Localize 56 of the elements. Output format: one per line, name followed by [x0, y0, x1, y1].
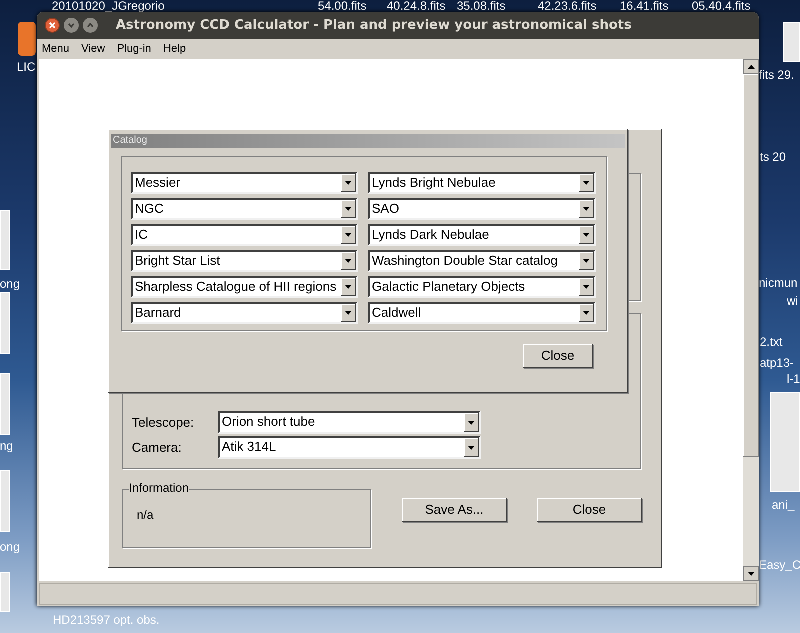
- catalog-dropdown[interactable]: Messier: [131, 172, 358, 194]
- desktop-icon-label[interactable]: 54.00.fits: [318, 0, 367, 13]
- catalog-dropdown[interactable]: Lynds Dark Nebulae: [368, 224, 596, 246]
- desktop-icon-label[interactable]: 16.41.fits: [620, 0, 669, 13]
- catalog-dropdown[interactable]: Lynds Bright Nebulae: [368, 172, 596, 194]
- information-text: n/a: [137, 507, 154, 524]
- catalog-dropdown[interactable]: Washington Double Star catalog: [368, 250, 596, 272]
- desktop-icon-label[interactable]: LIC: [17, 60, 36, 74]
- file-thumbnail[interactable]: [0, 373, 10, 435]
- catalog-dropdown[interactable]: Galactic Planetary Objects: [368, 276, 596, 298]
- catalog-dropdown[interactable]: SAO: [368, 198, 596, 220]
- desktop-icon-label[interactable]: nicmun: [759, 276, 798, 290]
- dropdown-field[interactable]: Orion short tube: [218, 411, 481, 434]
- menu-item[interactable]: Help: [163, 40, 186, 58]
- file-thumbnail[interactable]: [0, 210, 10, 270]
- scroll-down-icon[interactable]: [743, 566, 759, 581]
- field-label: Camera:: [132, 438, 183, 457]
- desktop-icon-label[interactable]: wi: [787, 294, 798, 308]
- desktop-icon-label[interactable]: fits 29.: [759, 68, 794, 82]
- desktop-icon-label[interactable]: 05.40.4.fits: [692, 0, 751, 13]
- scroll-up-icon[interactable]: [743, 59, 759, 74]
- desktop-icon-label[interactable]: ng: [0, 439, 14, 453]
- desktop-icon-label[interactable]: 35.08.fits: [457, 0, 506, 13]
- catalog-dropdown[interactable]: NGC: [131, 198, 358, 220]
- desktop-icon-label[interactable]: 20101020_JGregorio: [52, 0, 165, 13]
- desktop-icon-label[interactable]: 2.txt: [760, 335, 783, 349]
- catalog-dropdown[interactable]: Barnard: [131, 302, 358, 324]
- desktop-icon-label[interactable]: ts 20: [760, 150, 786, 164]
- desktop-icon-label[interactable]: l-1: [787, 372, 800, 386]
- close-button[interactable]: Close: [523, 344, 593, 368]
- menu-item[interactable]: View: [82, 40, 106, 58]
- file-thumbnail[interactable]: [0, 292, 10, 354]
- close-icon[interactable]: [45, 18, 60, 33]
- catalog-dropdown[interactable]: Sharpless Catalogue of HII regions: [131, 276, 358, 298]
- dialog-title: Catalog: [113, 134, 148, 148]
- maximize-icon[interactable]: [83, 18, 98, 33]
- file-thumbnail[interactable]: [0, 572, 10, 612]
- file-thumbnail[interactable]: [783, 22, 800, 62]
- dialog-button[interactable]: Save As...: [402, 498, 507, 522]
- menu-item[interactable]: Menu: [42, 40, 70, 58]
- group-title: Information: [129, 481, 190, 495]
- catalog-dropdown[interactable]: IC: [131, 224, 358, 246]
- desktop-icon-label[interactable]: ong: [0, 277, 20, 291]
- desktop-icon-label[interactable]: 40.24.8.fits: [387, 0, 446, 13]
- window-title: Astronomy CCD Calculator - Plan and preview your astronomical shots: [116, 16, 632, 35]
- dropdown-field[interactable]: Atik 314L: [218, 436, 481, 459]
- file-thumbnail[interactable]: [0, 470, 10, 532]
- catalog-dropdown[interactable]: Bright Star List: [131, 250, 358, 272]
- menu-item[interactable]: Plug-in: [117, 40, 152, 58]
- field-label: Telescope:: [132, 414, 196, 432]
- file-thumbnail[interactable]: [770, 392, 800, 492]
- desktop-icon-label[interactable]: atp13-: [760, 356, 794, 370]
- desktop-icon-label[interactable]: 42.23.6.fits: [538, 0, 597, 13]
- catalog-dropdown[interactable]: Caldwell: [368, 302, 596, 324]
- folder-icon[interactable]: [18, 22, 36, 56]
- dialog-button[interactable]: Close: [537, 498, 642, 522]
